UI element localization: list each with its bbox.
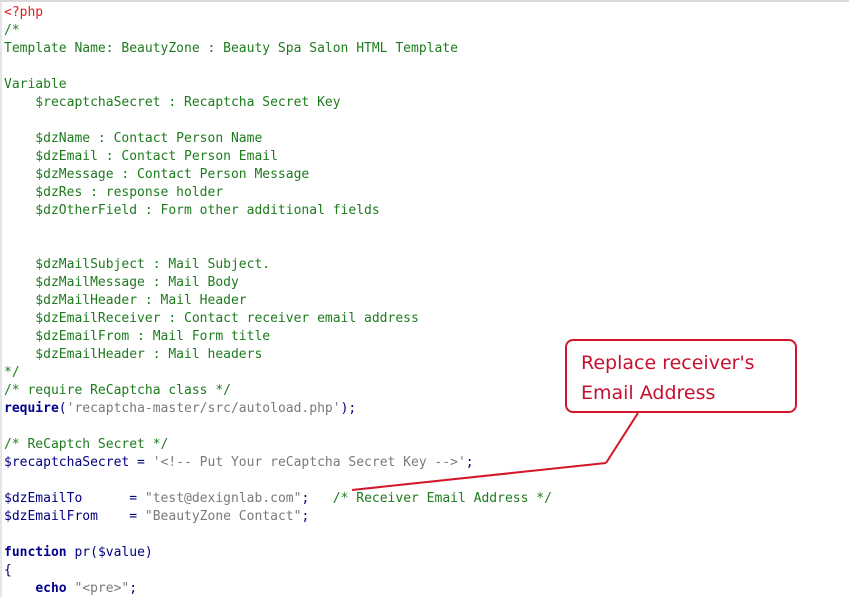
callout-pointer [351,412,639,491]
callout-line-2: Email Address [581,382,716,404]
callout-line-1: Replace receiver's [581,352,755,374]
annotation-callout: Replace receiver's Email Address [565,339,797,413]
callout-pointer-line-1 [605,412,639,464]
callout-pointer-line-2 [351,462,607,491]
